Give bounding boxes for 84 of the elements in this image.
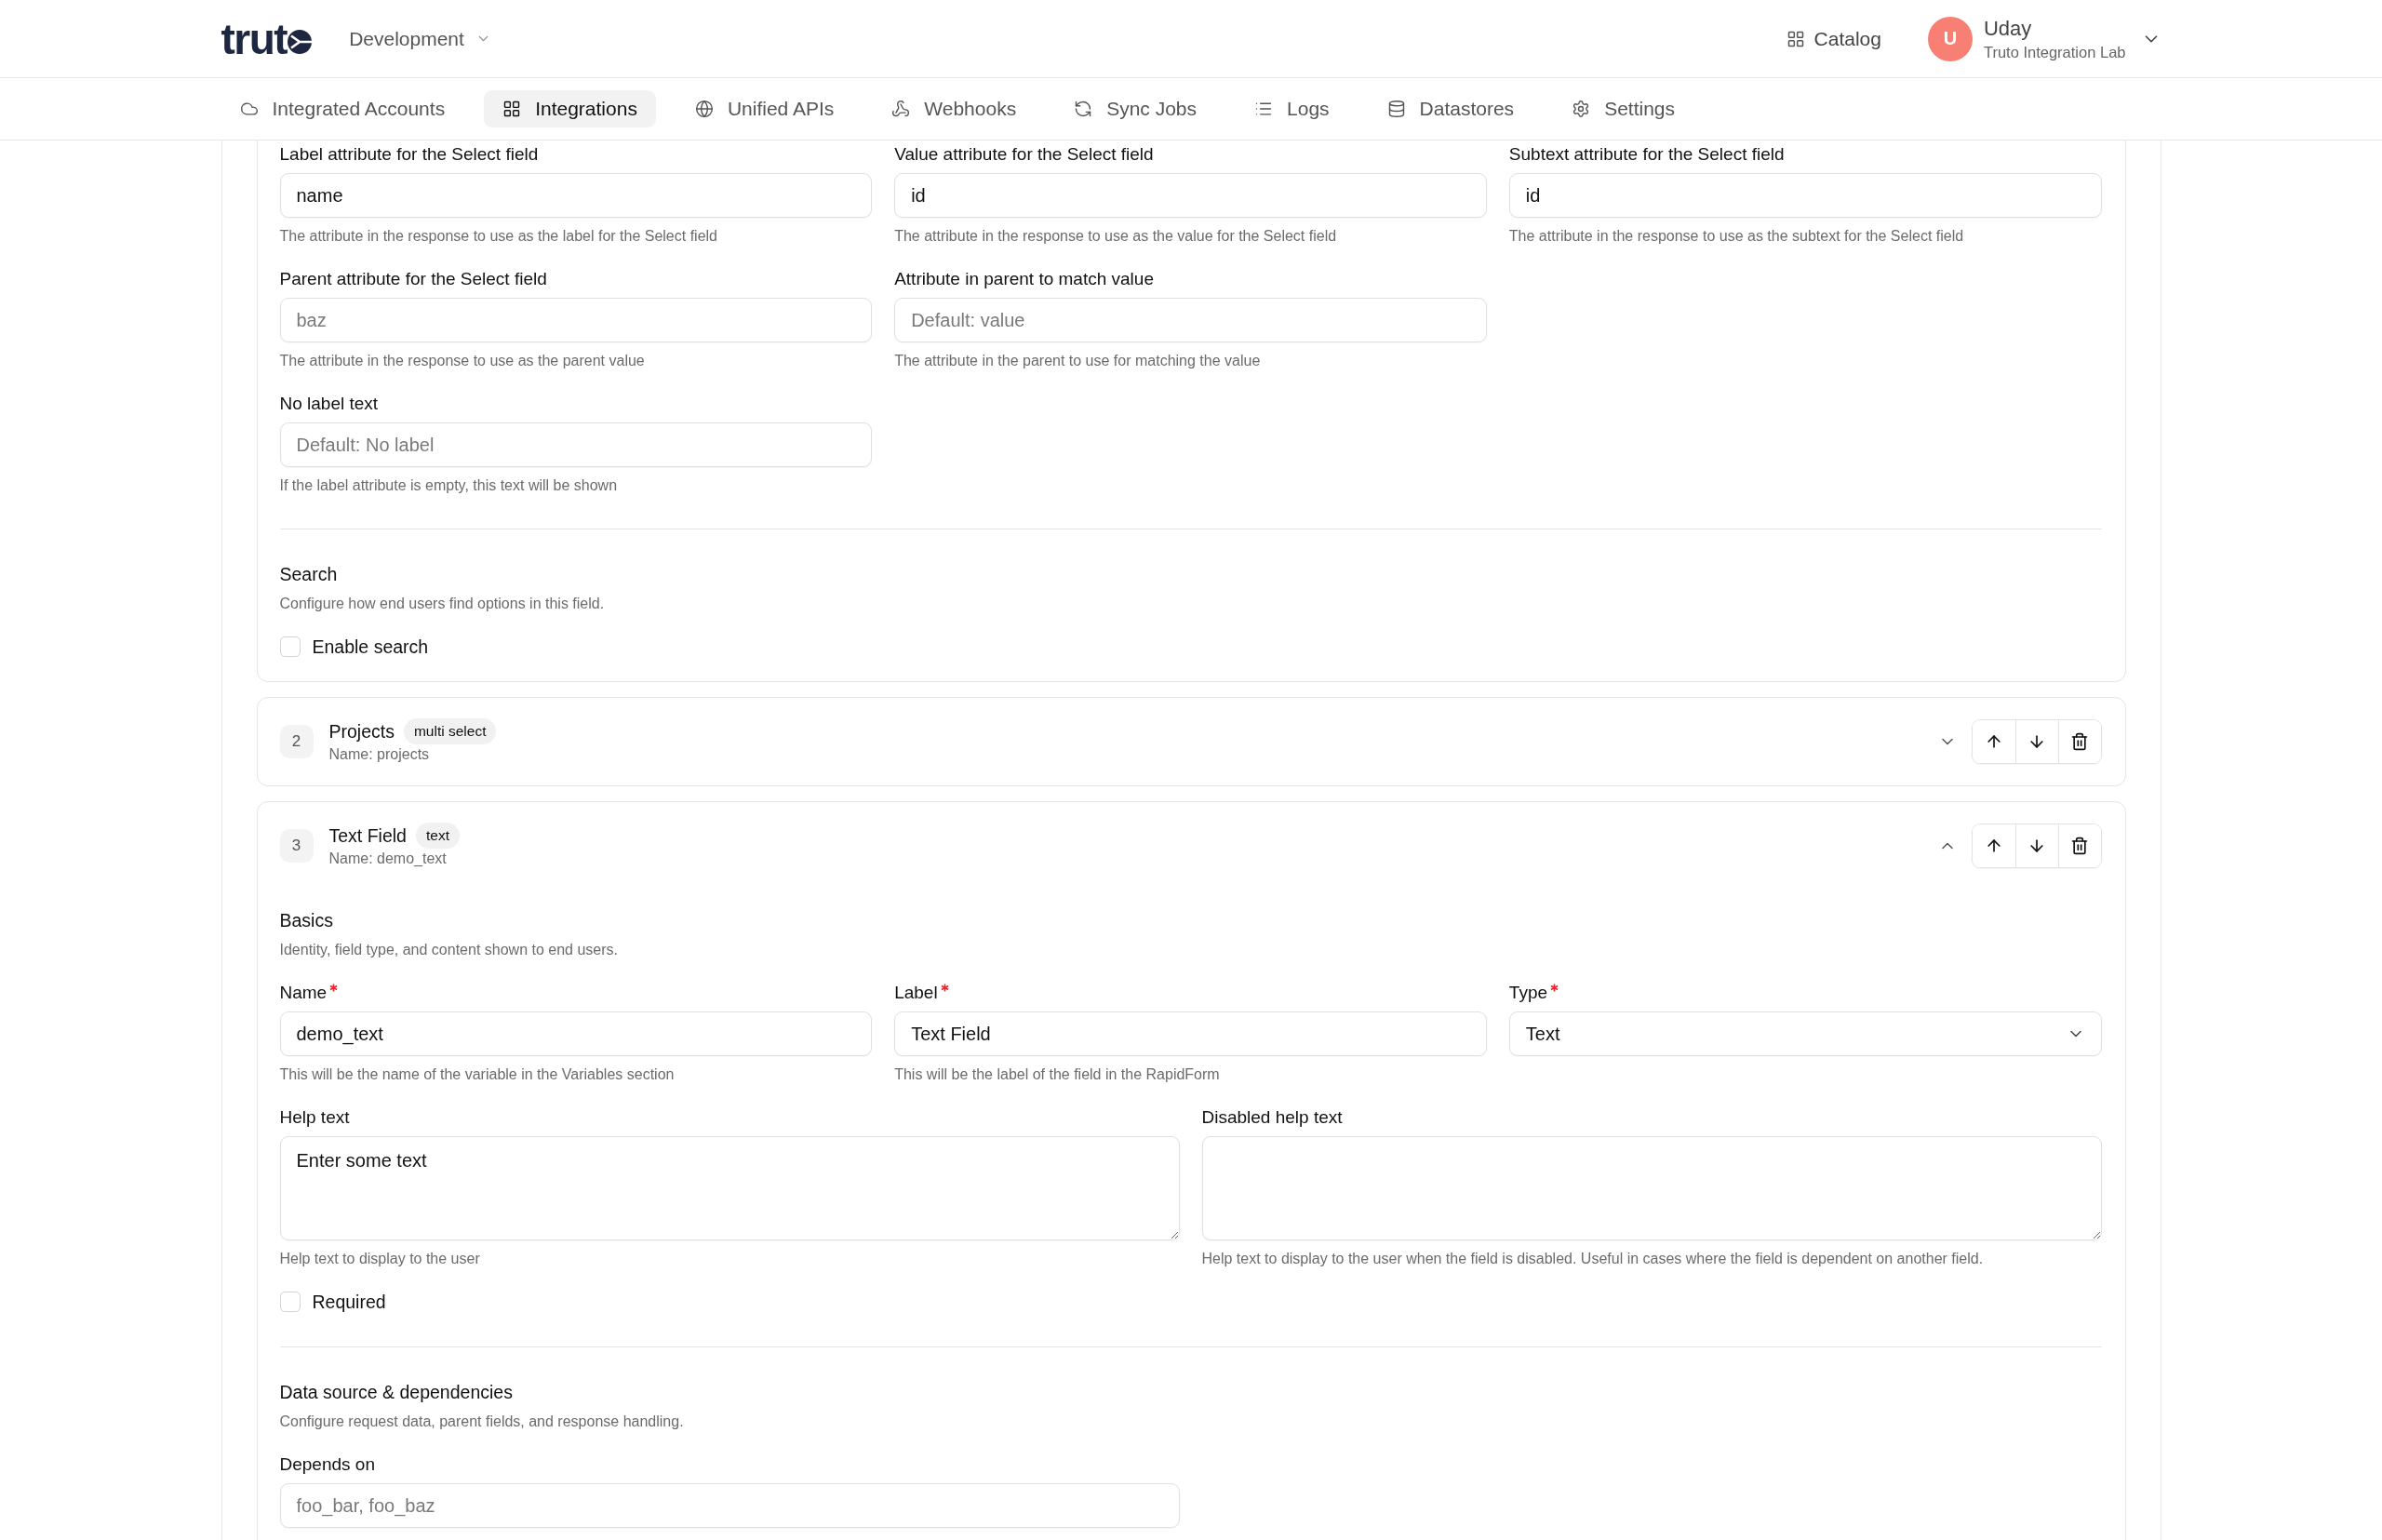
field-title: Projects	[328, 720, 395, 743]
catalog-link[interactable]: Catalog	[1786, 27, 1881, 50]
field-number: 2	[279, 725, 314, 758]
help-text: The attribute in the response to use as the label for the Select field	[279, 227, 718, 246]
field-label: No label text	[279, 393, 379, 415]
field-label: Label attribute for the Select field	[279, 143, 539, 166]
field-label: Label	[894, 982, 938, 1004]
nav-tab[interactable]: Datastores	[1368, 90, 1533, 127]
move-up-button[interactable]	[1972, 824, 2015, 867]
help-text: The attribute in the response to use as the parent value	[279, 352, 646, 370]
nav-tab[interactable]: Logs	[1236, 90, 1348, 127]
nav-tab[interactable]: Webhooks	[873, 90, 1036, 127]
section-title: Basics	[279, 909, 334, 932]
checkbox[interactable]	[279, 636, 301, 657]
move-down-button[interactable]	[2014, 720, 2058, 763]
text-input[interactable]: id	[1508, 173, 2102, 218]
text-input[interactable]: demo_text	[279, 1011, 873, 1056]
organization-name: Truto Integration Lab	[1983, 42, 2126, 61]
nav-tab[interactable]: Sync Jobs	[1055, 90, 1216, 127]
field-type-tag: multi select	[403, 718, 497, 744]
text-input[interactable]: Default: No label	[279, 422, 873, 467]
settings-icon	[1572, 100, 1591, 118]
field-label: Parent attribute for the Select field	[279, 268, 547, 290]
text-input[interactable]: Text Field	[894, 1011, 1487, 1056]
text-input[interactable]: foo_bar, foo_baz	[279, 1483, 1180, 1528]
text-input[interactable]: Default: value	[894, 298, 1487, 342]
help-text: Help text to display to the user	[279, 1250, 481, 1268]
help-text: This will be the label of the field in the RapidForm	[894, 1065, 1221, 1084]
cloud-icon	[239, 100, 259, 118]
trash-icon	[2070, 837, 2089, 855]
move-down-button[interactable]	[2014, 824, 2058, 867]
field-title: Text Field	[328, 824, 407, 847]
trash-icon	[2070, 732, 2089, 751]
help-text: If the label attribute is empty, this text will be shown	[279, 476, 619, 495]
field-label: Name	[279, 982, 328, 1004]
checkbox-label: Enable search	[312, 636, 429, 658]
checkbox-label: Required	[312, 1291, 386, 1313]
nav-tab[interactable]: Settings	[1553, 90, 1693, 127]
globe-icon	[694, 100, 714, 118]
text-input[interactable]: baz	[279, 298, 873, 342]
help-text: The attribute in the response to use as the subtext for the Select field	[1508, 227, 1965, 246]
list-icon	[1254, 100, 1274, 118]
textarea-field[interactable]	[1201, 1136, 2102, 1240]
field-label: Attribute in parent to match value	[894, 268, 1154, 290]
section-title: Search	[279, 563, 339, 586]
refresh-icon	[1074, 100, 1093, 118]
field-label: Depends on	[279, 1453, 375, 1476]
move-up-button[interactable]	[1972, 720, 2015, 763]
select-field[interactable]: Text	[1508, 1011, 2102, 1056]
field-number: 3	[279, 829, 314, 863]
section-description: Configure how end users find options in this field.	[279, 595, 606, 613]
help-text: The attribute in the response to use as the value for the Select field	[894, 227, 1338, 246]
help-text: The attribute in the parent to use for matching the value	[894, 352, 1262, 370]
checkbox[interactable]	[279, 1292, 301, 1312]
grid-icon	[1786, 29, 1805, 48]
field-label: Value attribute for the Select field	[894, 143, 1154, 166]
logo-wordmark: trut	[221, 17, 288, 60]
nav-tab[interactable]: Unified APIs	[676, 90, 853, 127]
text-input[interactable]: id	[894, 173, 1487, 218]
field-label: Type	[1508, 982, 1548, 1004]
user-name: Uday	[1983, 16, 2033, 41]
field-name-text: Name: projects	[328, 745, 431, 764]
section-title: Data source & dependencies	[279, 1381, 514, 1404]
webhook-icon	[891, 100, 911, 118]
field-name-text: Name: demo_text	[328, 850, 448, 868]
field-type-tag: text	[415, 823, 460, 849]
help-text: Help text to display to the user when the field is disabled. Useful in cases where the field is dependent on another field.	[1201, 1250, 1985, 1268]
textarea-field[interactable]: Enter some text	[279, 1136, 1180, 1240]
database-icon	[1386, 100, 1406, 118]
field-label: Disabled help text	[1201, 1106, 1343, 1129]
delete-button[interactable]	[2057, 824, 2101, 867]
nav-tab[interactable]: Integrations	[484, 90, 656, 127]
environment-dropdown[interactable]: Development	[349, 27, 491, 50]
grid-icon	[502, 100, 522, 118]
avatar: U	[1927, 16, 1973, 61]
logo-mark-icon	[288, 29, 313, 54]
delete-button[interactable]	[2057, 720, 2101, 763]
text-input[interactable]: name	[279, 173, 873, 218]
field-label: Help text	[279, 1106, 350, 1129]
section-description: Identity, field type, and content shown to end users.	[279, 941, 619, 959]
section-description: Configure request data, parent fields, and response handling.	[279, 1413, 685, 1431]
field-label: Subtext attribute for the Select field	[1508, 143, 1785, 166]
nav-tab[interactable]: Integrated Accounts	[221, 90, 464, 127]
help-text: This will be the name of the variable in the Variables section	[279, 1065, 676, 1084]
